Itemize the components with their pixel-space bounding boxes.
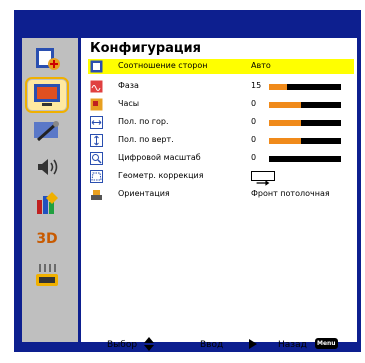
back-hint: Назад bbox=[278, 340, 307, 350]
page-title: Конфигурация bbox=[90, 41, 201, 56]
enter-hint: Ввод bbox=[200, 340, 224, 350]
row-value: 0 bbox=[251, 153, 257, 162]
3d-icon[interactable]: 3D bbox=[28, 224, 66, 254]
menu-row-projection[interactable]: Ориентация Фронт потолочная bbox=[88, 187, 354, 202]
row-label: Геометр. коррекция bbox=[118, 171, 204, 180]
network-icon[interactable] bbox=[28, 260, 66, 290]
digital-zoom-icon bbox=[90, 152, 103, 165]
h-position-slider[interactable] bbox=[269, 120, 341, 126]
row-value: Фронт потолочная bbox=[251, 189, 330, 198]
audio-icon[interactable] bbox=[28, 152, 66, 182]
v-position-icon bbox=[90, 134, 103, 147]
v-position-slider[interactable] bbox=[269, 138, 341, 144]
row-label: Пол. по верт. bbox=[118, 135, 174, 144]
phase-icon bbox=[90, 80, 103, 93]
display-config-icon[interactable] bbox=[25, 77, 69, 113]
row-label: Ориентация bbox=[118, 189, 170, 198]
menu-badge: Menu bbox=[315, 338, 338, 349]
row-value: 0 bbox=[251, 135, 257, 144]
clock-icon bbox=[90, 98, 103, 111]
row-label: Часы bbox=[118, 99, 140, 108]
row-label: Пол. по гор. bbox=[118, 117, 169, 126]
aspect-ratio-icon bbox=[90, 60, 103, 73]
slider-fill bbox=[269, 138, 302, 144]
keystone-icon bbox=[90, 170, 103, 183]
play-right-icon bbox=[249, 339, 257, 352]
menu-row-aspect-ratio[interactable]: Соотношение сторон Авто bbox=[88, 59, 354, 74]
digital-zoom-slider[interactable] bbox=[269, 156, 341, 162]
menu-row-keystone[interactable]: Геометр. коррекция bbox=[88, 169, 354, 186]
row-value: Авто bbox=[251, 61, 271, 70]
clock-slider[interactable] bbox=[269, 102, 341, 108]
3d-label: 3D bbox=[36, 231, 58, 247]
slider-fill bbox=[269, 120, 302, 126]
select-hint: Выбор bbox=[107, 340, 138, 350]
up-down-icon bbox=[144, 337, 154, 354]
arrow-right-icon bbox=[256, 180, 270, 186]
menu-row-digital-zoom[interactable]: Цифровой масштаб 0 bbox=[88, 151, 354, 166]
slider-fill bbox=[269, 102, 302, 108]
phase-slider[interactable] bbox=[269, 84, 341, 90]
row-value: 15 bbox=[251, 81, 262, 90]
row-label: Соотношение сторон bbox=[118, 61, 208, 70]
menu-row-phase[interactable]: Фаза 15 bbox=[88, 79, 354, 94]
projection-icon bbox=[91, 190, 102, 200]
menu-row-v-position[interactable]: Пол. по верт. 0 bbox=[88, 133, 354, 148]
submenu-enter-button[interactable] bbox=[251, 171, 275, 186]
slider-fill bbox=[269, 84, 287, 90]
setup-tools-icon[interactable] bbox=[28, 116, 66, 146]
row-label: Фаза bbox=[118, 81, 139, 90]
color-settings-icon[interactable] bbox=[28, 44, 66, 74]
menu-row-clock[interactable]: Часы 0 bbox=[88, 97, 354, 112]
options-icon[interactable] bbox=[28, 188, 66, 218]
row-value: 0 bbox=[251, 99, 257, 108]
h-position-icon bbox=[90, 116, 103, 129]
row-label: Цифровой масштаб bbox=[118, 153, 201, 162]
row-value: 0 bbox=[251, 117, 257, 126]
menu-row-h-position[interactable]: Пол. по гор. 0 bbox=[88, 115, 354, 130]
